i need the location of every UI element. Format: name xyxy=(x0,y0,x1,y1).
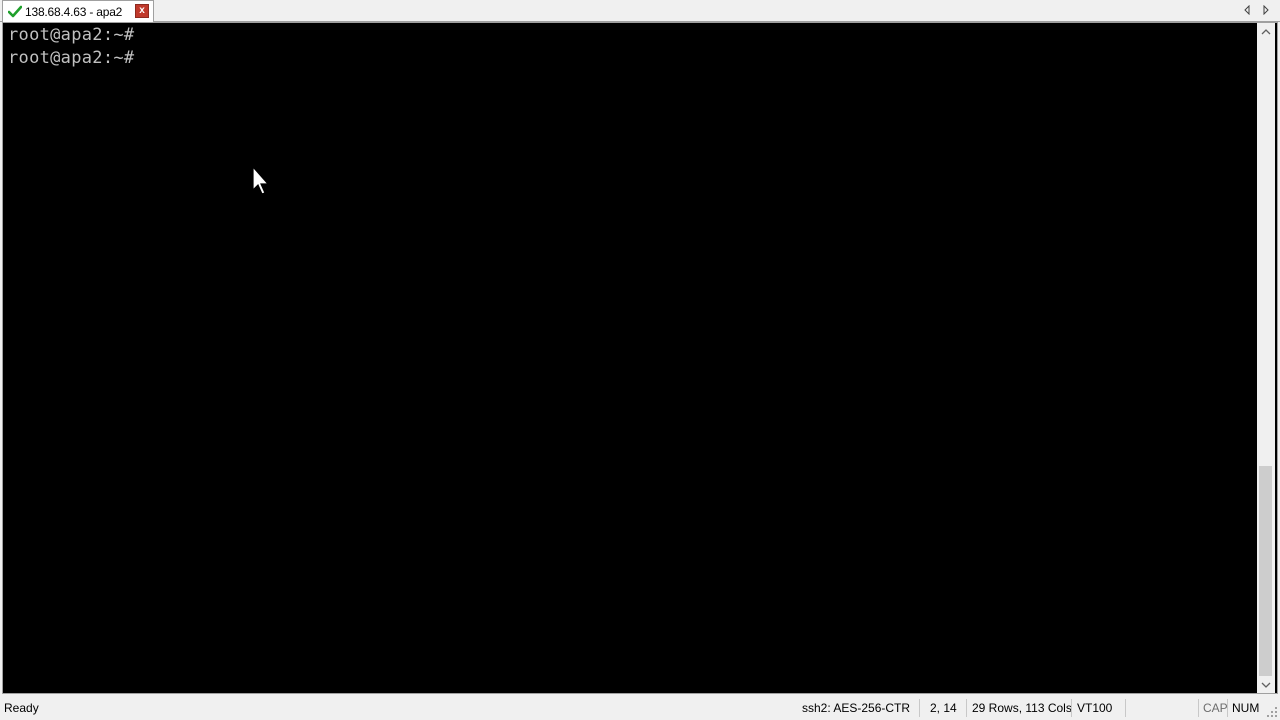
terminal-view[interactable]: root@apa2:~# root@apa2:~# xyxy=(3,24,1256,692)
status-divider xyxy=(919,699,920,717)
status-bar: Ready ssh2: AES-256-CTR 2, 14 29 Rows, 1… xyxy=(0,697,1280,720)
tab-scroll-left-icon[interactable] xyxy=(1240,3,1254,17)
resize-grip-icon[interactable] xyxy=(1266,706,1278,718)
scrollbar-thumb[interactable] xyxy=(1259,466,1272,676)
securecrt-window: 138.68.4.63 - apa2 x root@apa2:~# root@a… xyxy=(0,0,1280,720)
scroll-up-icon[interactable] xyxy=(1257,23,1275,40)
tab-bar: 138.68.4.63 - apa2 x xyxy=(0,0,1280,22)
status-divider xyxy=(1125,699,1126,717)
tab-scroll-right-icon[interactable] xyxy=(1259,3,1273,17)
status-cursor-position: 2, 14 xyxy=(930,701,957,715)
tab-title: 138.68.4.63 - apa2 xyxy=(25,4,123,19)
status-divider xyxy=(1198,699,1199,717)
scroll-down-icon[interactable] xyxy=(1257,676,1275,693)
status-caps-lock: CAP xyxy=(1203,701,1228,715)
checkmark-icon xyxy=(7,4,23,20)
status-divider xyxy=(1071,699,1072,717)
close-icon[interactable]: x xyxy=(135,4,149,18)
status-dimensions: 29 Rows, 113 Cols xyxy=(972,701,1072,715)
terminal-line: root@apa2:~# xyxy=(8,48,135,68)
status-divider xyxy=(1227,699,1228,717)
status-num-lock: NUM xyxy=(1232,701,1260,715)
mouse-pointer-icon xyxy=(252,165,272,196)
status-cipher: ssh2: AES-256-CTR xyxy=(802,701,911,715)
terminal-line: root@apa2:~# xyxy=(8,25,135,45)
status-terminal-type: VT100 xyxy=(1077,701,1113,715)
status-ready: Ready xyxy=(4,701,39,715)
vertical-scrollbar[interactable] xyxy=(1257,23,1275,693)
status-divider xyxy=(966,699,967,717)
session-tab[interactable]: 138.68.4.63 - apa2 x xyxy=(2,0,154,22)
scrollbar-track[interactable] xyxy=(1257,40,1275,676)
